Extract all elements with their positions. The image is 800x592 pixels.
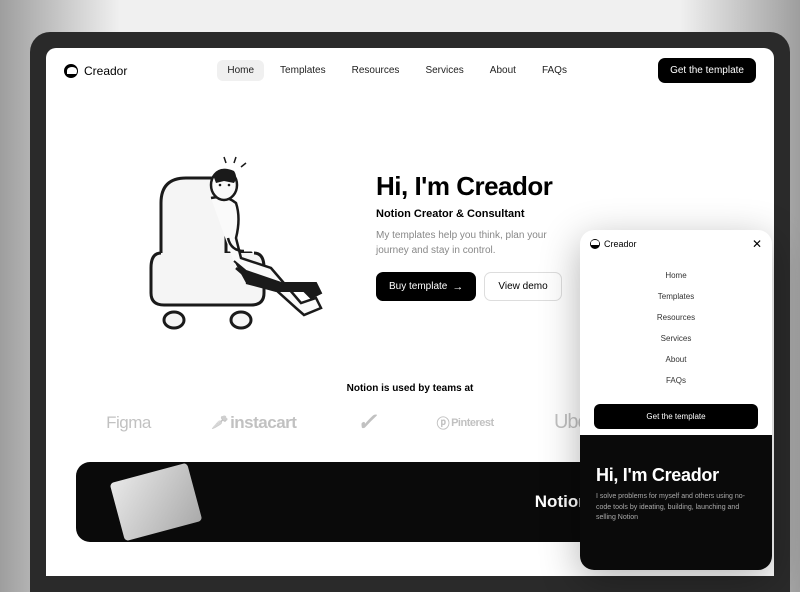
mobile-brand[interactable]: Creador [590, 239, 637, 249]
mobile-hero: Hi, I'm Creador I solve problems for mys… [580, 435, 772, 570]
arrow-right-icon: → [452, 281, 463, 293]
mobile-nav-faqs[interactable]: FAQs [661, 371, 691, 390]
nike-logo: ✓ [357, 408, 377, 437]
mobile-nav: Home Templates Resources Services About … [580, 258, 772, 398]
nav-about[interactable]: About [480, 60, 526, 81]
mobile-nav-about[interactable]: About [661, 350, 692, 369]
nav-templates[interactable]: Templates [270, 60, 336, 81]
nav-home[interactable]: Home [217, 60, 264, 81]
mobile-brand-name: Creador [604, 239, 637, 249]
brand-logo[interactable]: Creador [64, 64, 127, 78]
instacart-logo: instacart [211, 413, 296, 433]
brand-name: Creador [84, 64, 127, 78]
hero-illustration [96, 123, 356, 343]
mobile-get-template-button[interactable]: Get the template [594, 404, 758, 429]
hero-description: My templates help you think, plan your j… [376, 228, 576, 258]
nav-services[interactable]: Services [415, 60, 473, 81]
nav-resources[interactable]: Resources [342, 60, 410, 81]
avatar-icon [64, 64, 78, 78]
buy-label: Buy template [389, 281, 447, 292]
pinterest-logo: Pinterest [437, 413, 494, 432]
mobile-hero-desc: I solve problems for myself and others u… [596, 492, 756, 524]
mobile-header: Creador ✕ [580, 230, 772, 258]
get-template-button[interactable]: Get the template [658, 58, 756, 83]
close-icon[interactable]: ✕ [752, 238, 762, 250]
view-demo-button[interactable]: View demo [484, 272, 561, 301]
hero-subtitle: Notion Creator & Consultant [376, 208, 724, 220]
mobile-nav-templates[interactable]: Templates [653, 287, 699, 306]
mobile-nav-home[interactable]: Home [660, 266, 691, 285]
hero-title: Hi, I'm Creador [376, 171, 724, 202]
figma-logo: Figma [106, 413, 151, 433]
mobile-nav-services[interactable]: Services [656, 329, 697, 348]
avatar-icon [590, 239, 600, 249]
mobile-preview: Creador ✕ Home Templates Resources Servi… [580, 230, 772, 570]
card-decoration-icon [110, 463, 203, 542]
person-on-chair-icon [116, 123, 336, 343]
buy-template-button[interactable]: Buy template → [376, 272, 476, 301]
main-nav: Home Templates Resources Services About … [217, 60, 577, 81]
main-header: Creador Home Templates Resources Service… [46, 48, 774, 93]
nav-faqs[interactable]: FAQs [532, 60, 577, 81]
mobile-nav-resources[interactable]: Resources [652, 308, 700, 327]
mobile-hero-title: Hi, I'm Creador [596, 465, 756, 486]
